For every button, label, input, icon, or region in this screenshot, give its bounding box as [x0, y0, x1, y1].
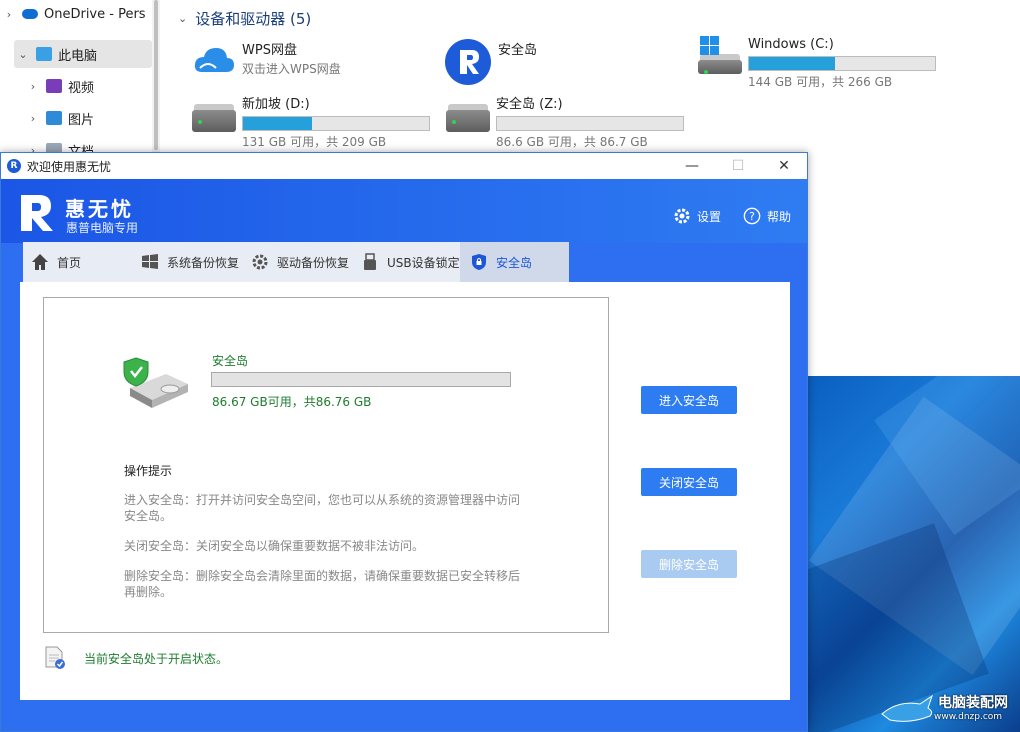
drive-name: WPS网盘 — [242, 43, 297, 58]
shield-icon — [470, 253, 488, 271]
tab-label: USB设备锁定 — [387, 255, 460, 270]
island-space: 86.67 GB可用，共86.76 GB — [212, 395, 372, 409]
tab-label: 安全岛 — [496, 255, 533, 270]
chevron-right-icon: › — [30, 79, 36, 93]
desktop-wallpaper — [808, 376, 1020, 732]
enter-island-button[interactable]: 进入安全岛 — [641, 386, 737, 414]
drive-usage-bar — [748, 56, 936, 71]
safe-island-panel: 安全岛 86.67 GB可用，共86.76 GB 操作提示 进入安全岛：打开并访… — [43, 297, 609, 633]
drive-name: 安全岛 (Z:) — [496, 97, 563, 112]
settings-button[interactable]: 设置 — [673, 207, 721, 225]
watermark: 电脑装配网 www.dnzp.com — [880, 688, 1020, 732]
cloud-icon — [22, 9, 38, 19]
shield-drive-icon — [122, 354, 190, 410]
brand-subtitle: 惠普电脑专用 — [66, 221, 139, 235]
drive-usage-fill — [749, 57, 835, 70]
tab-safe-island[interactable]: 安全岛 — [460, 242, 569, 282]
help-button[interactable]: ? 帮助 — [743, 207, 791, 225]
island-status: 当前安全岛处于开启状态。 — [44, 646, 228, 670]
section-title: 设备和驱动器 (5) — [195, 10, 312, 28]
safe-island-content: 安全岛 86.67 GB可用，共86.76 GB 操作提示 进入安全岛：打开并访… — [20, 282, 790, 700]
tip-close: 关闭安全岛：关闭安全岛以确保重要数据不被非法访问。 — [124, 539, 425, 553]
help-icon: ? — [743, 207, 761, 225]
drive-d[interactable]: 新加坡 (D:) 131 GB 可用，共 209 GB — [192, 96, 430, 151]
tab-system-backup[interactable]: 系统备份恢复 — [141, 242, 251, 282]
drive-sub: 86.6 GB 可用，共 86.7 GB — [496, 135, 648, 149]
shark-logo-icon — [881, 694, 933, 722]
usb-icon — [361, 253, 379, 271]
drive-c[interactable]: Windows (C:) 144 GB 可用，共 266 GB — [698, 36, 936, 91]
svg-text:?: ? — [749, 210, 755, 223]
tab-label: 首页 — [57, 255, 82, 270]
minimize-button[interactable]: — — [669, 153, 715, 179]
nav-label: OneDrive - Pers — [44, 6, 146, 22]
home-icon — [31, 253, 49, 271]
tips-heading: 操作提示 — [124, 464, 173, 478]
nav-item-onedrive[interactable]: › OneDrive - Pers — [0, 0, 152, 28]
picture-icon — [46, 111, 62, 125]
monitor-icon — [36, 47, 52, 61]
document-status-icon — [44, 646, 66, 670]
hard-drive-icon — [192, 96, 236, 136]
watermark-title: 电脑装配网 — [938, 695, 1008, 711]
windows-icon — [141, 253, 159, 271]
app-title: 欢迎使用惠无忧 — [27, 159, 112, 174]
tip-enter: 进入安全岛：打开并访问安全岛空间，您也可以从系统的资源管理器中访问安全岛。 — [124, 493, 521, 523]
app-tabs: 首页 系统备份恢复 驱动备份恢复 USB设备锁定 安全岛 — [23, 242, 569, 282]
watermark-url: www.dnzp.com — [934, 712, 1003, 722]
app-header: 惠无忧 惠普电脑专用 设置 ? 帮助 — [1, 179, 807, 243]
brand-name: 惠无忧 — [65, 197, 134, 221]
drive-wps[interactable]: WPS网盘 双击进入WPS网盘 — [192, 42, 341, 82]
tab-label: 驱动备份恢复 — [277, 255, 350, 270]
gear-icon — [251, 253, 269, 271]
chevron-down-icon: ⌄ — [178, 12, 188, 25]
nav-label: 图片 — [68, 112, 95, 128]
drive-sub: 双击进入WPS网盘 — [242, 62, 341, 76]
cloud-icon — [192, 42, 236, 82]
tab-home[interactable]: 首页 — [31, 242, 141, 282]
windows-drive-icon — [698, 36, 742, 76]
chevron-down-icon: ⌄ — [18, 47, 28, 61]
app-titlebar[interactable]: R 欢迎使用惠无忧 — ☐ ✕ — [1, 153, 807, 179]
drive-name: Windows (C:) — [748, 37, 834, 52]
delete-island-button[interactable]: 删除安全岛 — [641, 550, 737, 578]
app-logo-icon: R — [7, 159, 21, 173]
help-label: 帮助 — [767, 209, 792, 224]
gear-icon — [673, 207, 691, 225]
drive-usage-bar — [496, 116, 684, 131]
explorer-nav-pane: › OneDrive - Pers ⌄ 此电脑 › 视频 › 图片 › — [0, 0, 160, 160]
maximize-button[interactable]: ☐ — [715, 153, 761, 179]
drive-usage-fill — [243, 117, 312, 130]
drive-safe-island-app[interactable]: 安全岛 — [444, 38, 537, 86]
chevron-right-icon: › — [6, 7, 12, 21]
nav-scrollbar[interactable] — [152, 0, 160, 160]
desktop: › OneDrive - Pers ⌄ 此电脑 › 视频 › 图片 › ⌄ 设备… — [0, 0, 1020, 732]
tip-delete: 删除安全岛：删除安全岛会清除里面的数据，请确保重要数据已安全转移后再删除。 — [124, 569, 521, 599]
huiwuyou-app-window: R 欢迎使用惠无忧 — ☐ ✕ 惠无忧 惠普电脑专用 设置 ? 帮助 首页 系统… — [0, 152, 808, 732]
drive-name: 安全岛 — [498, 43, 538, 58]
drive-sub: 131 GB 可用，共 209 GB — [242, 135, 387, 149]
status-text: 当前安全岛处于开启状态。 — [84, 651, 229, 666]
nav-label: 此电脑 — [58, 48, 98, 64]
hard-drive-icon — [446, 96, 490, 136]
drive-name: 新加坡 (D:) — [242, 97, 310, 112]
devices-section-header[interactable]: ⌄ 设备和驱动器 (5) — [178, 8, 311, 29]
island-name: 安全岛 — [212, 354, 249, 368]
close-button[interactable]: ✕ — [761, 153, 807, 179]
drive-z[interactable]: 安全岛 (Z:) 86.6 GB 可用，共 86.7 GB — [446, 96, 684, 151]
tab-driver-backup[interactable]: 驱动备份恢复 — [251, 242, 359, 282]
brand-logo-icon — [19, 193, 55, 233]
video-icon — [46, 79, 62, 93]
tab-usb-lock[interactable]: USB设备锁定 — [361, 242, 461, 282]
drive-sub: 144 GB 可用，共 266 GB — [748, 75, 893, 89]
r-logo-icon — [444, 38, 492, 86]
close-island-button[interactable]: 关闭安全岛 — [641, 468, 737, 496]
chevron-right-icon: › — [30, 111, 36, 125]
island-usage-bar — [211, 372, 511, 387]
nav-label: 视频 — [68, 80, 95, 96]
drive-usage-bar — [242, 116, 430, 131]
settings-label: 设置 — [697, 209, 722, 224]
tab-label: 系统备份恢复 — [167, 255, 240, 270]
nav-item-this-pc[interactable]: ⌄ 此电脑 — [14, 40, 152, 68]
